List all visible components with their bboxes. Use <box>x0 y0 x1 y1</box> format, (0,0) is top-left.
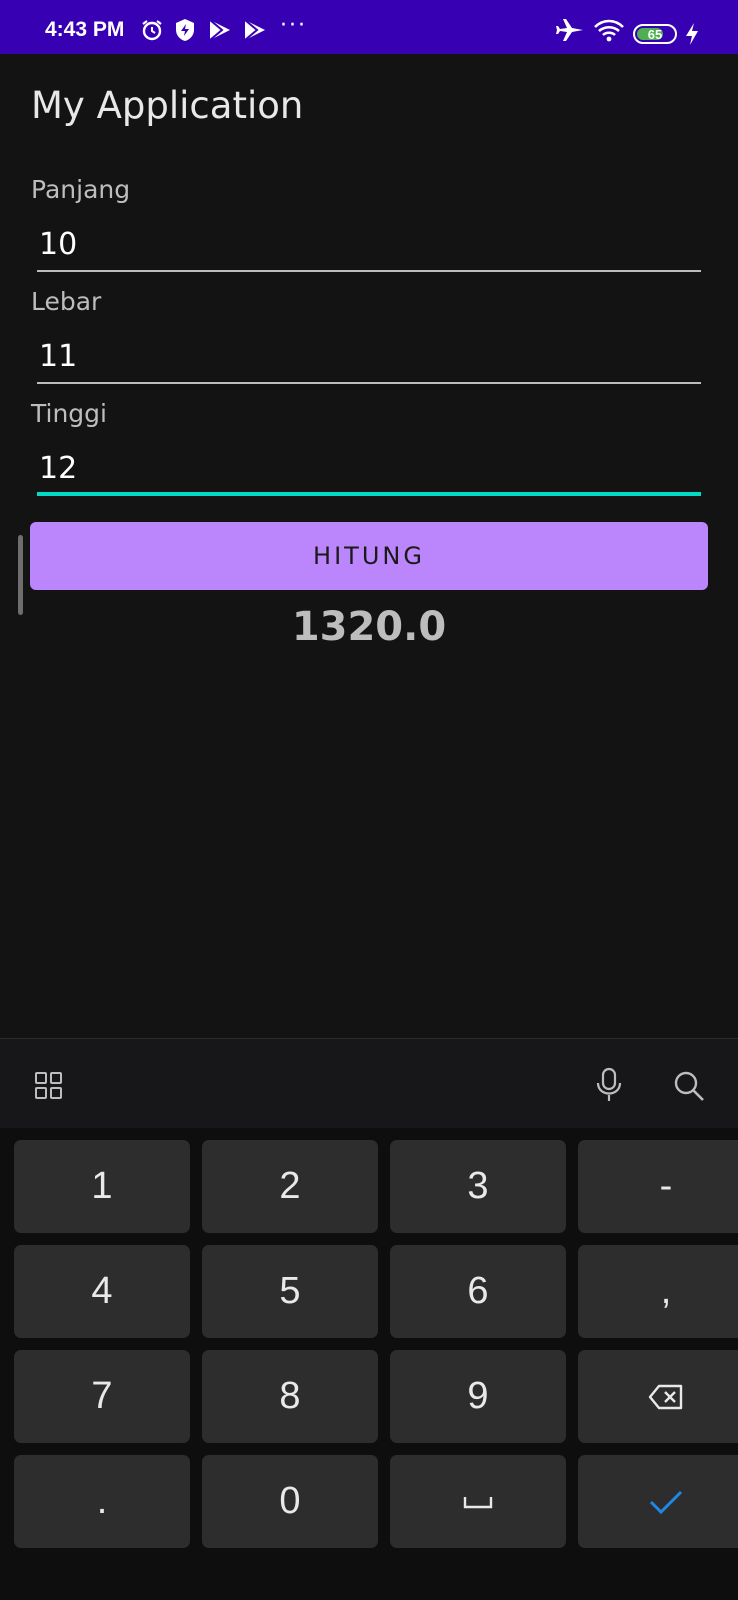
panjang-label: Panjang <box>31 175 131 204</box>
key-9[interactable]: 9 <box>390 1350 566 1443</box>
tinggi-label: Tinggi <box>31 399 107 428</box>
key-6[interactable]: 6 <box>390 1245 566 1338</box>
keyboard-toolbar <box>0 1038 738 1128</box>
result-text: 1320.0 <box>291 604 447 650</box>
key-done[interactable] <box>578 1455 738 1548</box>
scrollbar-thumb[interactable] <box>18 535 23 615</box>
key-dot[interactable]: . <box>14 1455 190 1548</box>
microphone-icon[interactable] <box>594 1067 624 1103</box>
charging-icon <box>686 23 698 45</box>
backspace-icon <box>648 1384 683 1409</box>
lebar-label: Lebar <box>31 287 102 316</box>
shield-bolt-icon <box>176 19 194 41</box>
status-bar: 4:43 PM ··· 65 <box>0 0 738 54</box>
battery-percent: 65 <box>647 26 663 42</box>
key-8[interactable]: 8 <box>202 1350 378 1443</box>
key-backspace[interactable] <box>578 1350 738 1443</box>
play-store-icon <box>209 19 230 41</box>
key-5[interactable]: 5 <box>202 1245 378 1338</box>
more-notifications: ··· <box>280 13 307 38</box>
key-0[interactable]: 0 <box>202 1455 378 1548</box>
key-comma[interactable]: , <box>578 1245 738 1338</box>
numeric-keyboard: 1 2 3 - 4 5 6 , 7 8 9 . 0 <box>0 1128 738 1600</box>
tinggi-input[interactable] <box>37 446 701 490</box>
app-title: My Application <box>31 84 304 127</box>
key-1[interactable]: 1 <box>14 1140 190 1233</box>
play-store-icon <box>244 19 265 41</box>
status-time: 4:43 PM <box>45 18 125 41</box>
space-icon <box>463 1496 493 1508</box>
lebar-field-wrapper <box>37 334 701 384</box>
key-space[interactable] <box>390 1455 566 1548</box>
panjang-field-wrapper <box>37 222 701 272</box>
checkmark-icon <box>649 1490 683 1514</box>
key-minus[interactable]: - <box>578 1140 738 1233</box>
airplane-icon <box>556 19 583 41</box>
search-icon[interactable] <box>672 1069 706 1103</box>
key-4[interactable]: 4 <box>14 1245 190 1338</box>
tinggi-field-wrapper <box>37 446 701 496</box>
grid-icon[interactable] <box>34 1071 64 1101</box>
key-7[interactable]: 7 <box>14 1350 190 1443</box>
battery-icon: 65 <box>633 24 677 44</box>
alarm-icon <box>142 20 162 41</box>
wifi-icon <box>594 19 624 42</box>
lebar-input[interactable] <box>37 334 701 378</box>
key-3[interactable]: 3 <box>390 1140 566 1233</box>
panjang-input[interactable] <box>37 222 701 266</box>
hitung-button[interactable]: HITUNG <box>30 522 708 590</box>
key-2[interactable]: 2 <box>202 1140 378 1233</box>
